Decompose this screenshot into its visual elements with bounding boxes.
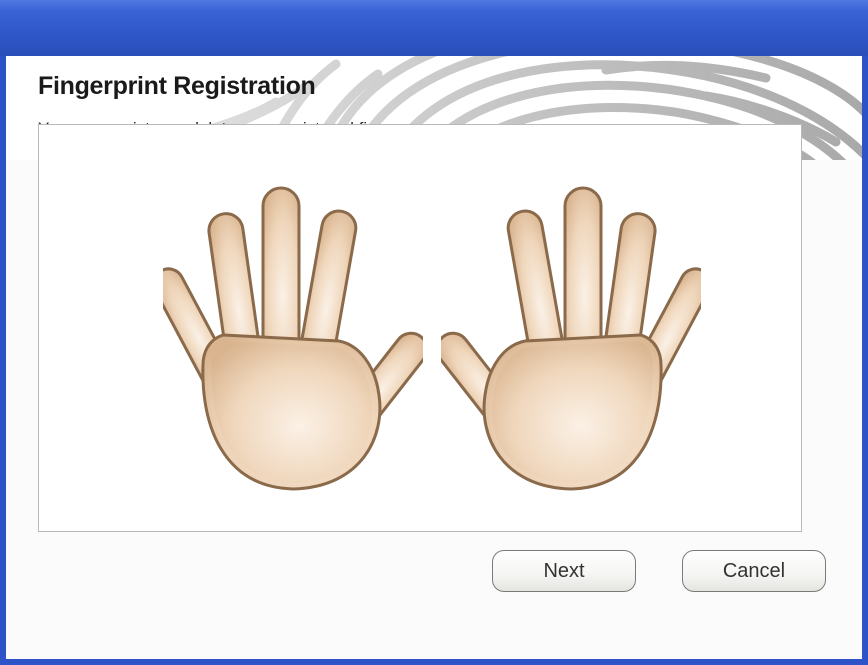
page-title: Fingerprint Registration <box>38 72 316 100</box>
fingerprint-registration-window: Fingerprint Registration You may registe… <box>0 0 868 665</box>
next-button[interactable]: Next <box>492 550 636 592</box>
right-hand-icon[interactable] <box>441 185 701 495</box>
hand-selection-panel <box>38 124 802 532</box>
cancel-button[interactable]: Cancel <box>682 550 826 592</box>
left-hand-icon[interactable] <box>163 185 423 495</box>
window-titlebar[interactable] <box>0 0 868 56</box>
